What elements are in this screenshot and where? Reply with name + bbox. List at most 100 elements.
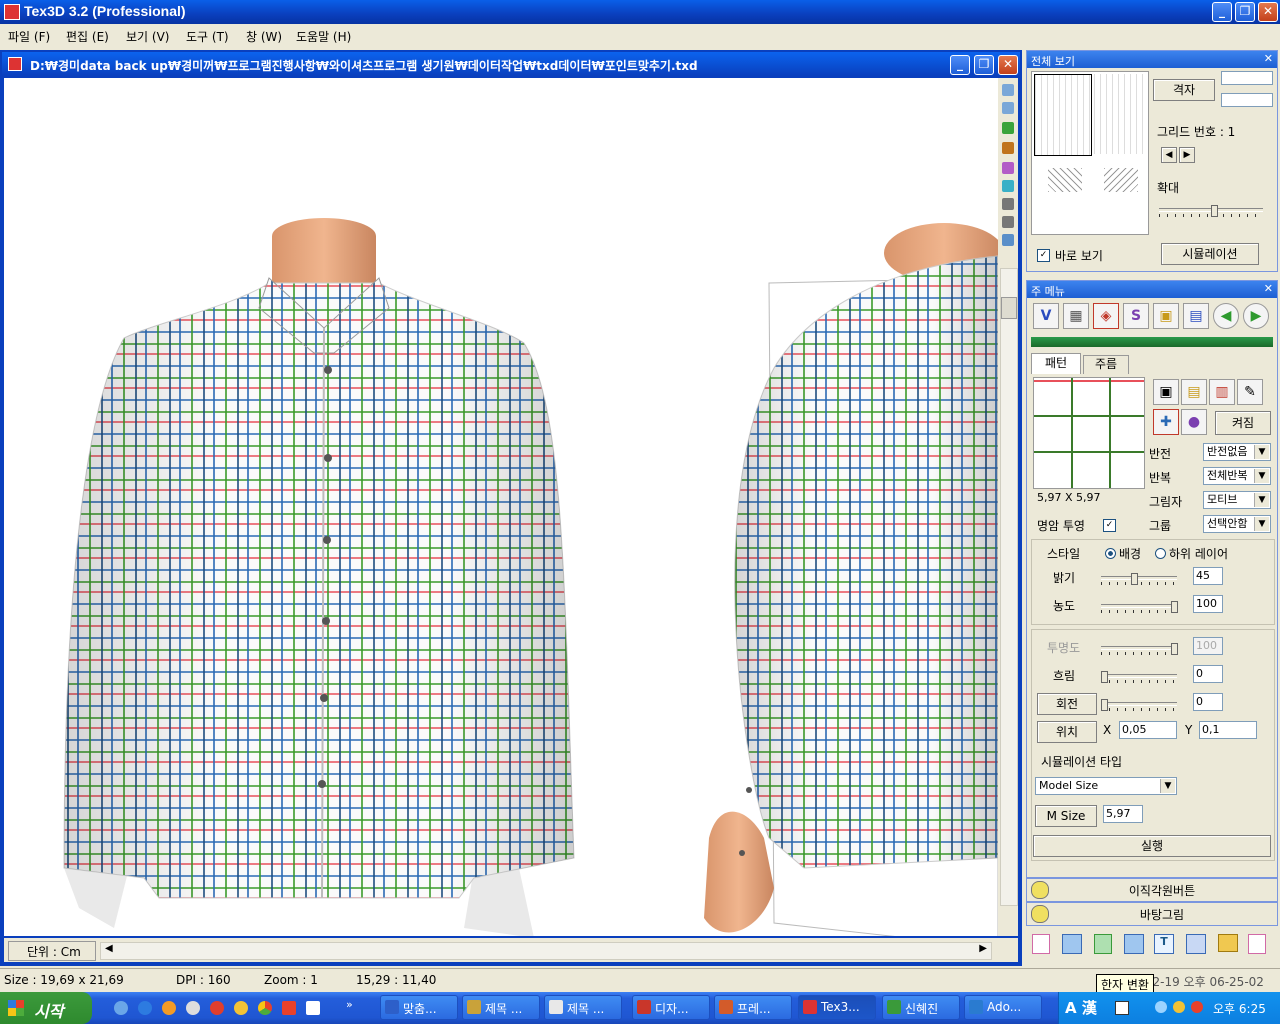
fit-height-icon[interactable] <box>1002 216 1014 228</box>
brightness-slider[interactable] <box>1101 573 1177 587</box>
overview-field-1[interactable] <box>1221 71 1273 85</box>
security-tray-icon[interactable] <box>1191 1001 1203 1013</box>
quicklaunch-app-icon[interactable] <box>186 1001 200 1015</box>
task-item-8[interactable]: Ado... <box>964 995 1042 1020</box>
task-item-6[interactable]: Tex3... <box>798 995 876 1020</box>
quicklaunch-ie-icon[interactable] <box>114 1001 128 1015</box>
unit-selector[interactable]: 단위 : Cm <box>8 941 96 961</box>
panel-background[interactable]: 바탕그림 <box>1026 902 1278 926</box>
doc-minimize-button[interactable]: _ <box>950 55 970 75</box>
quicklaunch-hangul-icon[interactable] <box>306 1001 320 1015</box>
dot-grid-icon[interactable] <box>1002 234 1014 246</box>
menu-edit[interactable]: 편집 (E) <box>66 28 109 45</box>
thumbnail-piece-2[interactable] <box>1104 168 1138 192</box>
color-bars-icon[interactable]: ▥ <box>1209 379 1235 405</box>
fit-width-icon[interactable] <box>1002 198 1014 210</box>
density-slider[interactable] <box>1101 601 1178 615</box>
fit-pattern-icon[interactable]: ▣ <box>1153 379 1179 405</box>
repeat-select[interactable]: 전체반복 ▼ <box>1203 467 1271 485</box>
grid-next-button[interactable]: ▶ <box>1179 147 1195 163</box>
y-field[interactable]: 0,1 <box>1199 721 1257 739</box>
zoom-slider[interactable] <box>1159 205 1263 219</box>
quicklaunch-chrome-icon[interactable] <box>258 1001 272 1015</box>
forward-icon[interactable]: ▶ <box>1243 303 1269 329</box>
simulation-button[interactable]: 시뮬레이션 <box>1161 243 1259 265</box>
ime-indicator[interactable]: A 漢 <box>1065 997 1097 1018</box>
menu-window[interactable]: 창 (W) <box>246 28 282 45</box>
task-item-3[interactable]: 제목 ... <box>544 995 622 1020</box>
stamp-icon[interactable] <box>1186 934 1206 954</box>
menu-view[interactable]: 보기 (V) <box>126 28 169 45</box>
color-icon[interactable] <box>1002 162 1014 174</box>
task-item-2[interactable]: 제목 ... <box>462 995 540 1020</box>
transparency-checkbox[interactable]: ✓ <box>1103 519 1116 532</box>
tab-wrinkle[interactable]: 주름 <box>1083 355 1129 374</box>
style-layer-radio[interactable] <box>1155 548 1166 559</box>
quicklaunch-media-icon[interactable] <box>210 1001 224 1015</box>
folder-tool-icon[interactable]: ▣ <box>1153 303 1179 329</box>
start-button[interactable]: 시작 <box>0 992 92 1024</box>
thumbnail-piece-1[interactable] <box>1048 168 1082 192</box>
run-button[interactable]: 실행 <box>1033 835 1271 857</box>
quicklaunch-office-icon[interactable] <box>282 1001 296 1015</box>
sim-type-select[interactable]: Model Size ▼ <box>1035 777 1177 795</box>
text-icon[interactable]: T <box>1154 934 1174 954</box>
minimize-button[interactable]: _ <box>1212 2 1232 22</box>
grid-tool-icon[interactable]: ▦ <box>1063 303 1089 329</box>
doc-maximize-button[interactable]: ❐ <box>974 55 994 75</box>
zoom-in-icon[interactable] <box>1002 84 1014 96</box>
quicklaunch-player-icon[interactable] <box>234 1001 248 1015</box>
maximize-button[interactable]: ❐ <box>1235 2 1255 22</box>
quicklaunch-browser-icon[interactable] <box>138 1001 152 1015</box>
vertical-scrollbar[interactable] <box>1000 268 1018 906</box>
task-item-7[interactable]: 신혜진 <box>882 995 960 1020</box>
network-tray-icon[interactable] <box>1155 1001 1167 1013</box>
move-pattern-icon[interactable]: ✚ <box>1153 409 1179 435</box>
live-view-checkbox[interactable]: ✓ <box>1037 249 1050 262</box>
texture-icon[interactable] <box>1002 180 1014 192</box>
horizontal-scrollbar[interactable]: ◀ ▶ <box>100 942 992 960</box>
position-button[interactable]: 위치 <box>1037 721 1097 743</box>
grid-button[interactable]: 격자 <box>1153 79 1215 101</box>
rotate-button[interactable]: 회전 <box>1037 693 1097 715</box>
color-balls-icon[interactable]: ● <box>1181 409 1207 435</box>
app-icon[interactable] <box>4 4 20 20</box>
link-icon[interactable] <box>1124 934 1144 954</box>
doc-close-button[interactable]: ✕ <box>998 55 1018 75</box>
task-item-4[interactable]: 디자... <box>632 995 710 1020</box>
new-doc-icon[interactable] <box>1032 934 1050 954</box>
blur-slider[interactable] <box>1101 671 1177 685</box>
opacity-field[interactable]: 100 <box>1193 637 1223 655</box>
thumbnail-back[interactable] <box>1094 74 1144 154</box>
panel-button-orthogonal[interactable]: 이직각원버튼 <box>1026 878 1278 902</box>
shadow-select[interactable]: 모티브 ▼ <box>1203 491 1271 509</box>
overview-close-icon[interactable]: ✕ <box>1264 52 1273 65</box>
open-pattern-icon[interactable]: ▤ <box>1181 379 1207 405</box>
scroll-right-icon[interactable]: ▶ <box>979 943 987 954</box>
opacity-slider[interactable] <box>1101 643 1178 657</box>
task-item-1[interactable]: 맞춤... <box>380 995 458 1020</box>
scroll-left-icon[interactable]: ◀ <box>105 943 113 954</box>
blur-field[interactable]: 0 <box>1193 665 1223 683</box>
doc-green-icon[interactable] <box>1094 934 1112 954</box>
menu-help[interactable]: 도움말 (H) <box>296 28 351 45</box>
menu-file[interactable]: 파일 (F) <box>8 28 50 45</box>
add-doc-icon[interactable] <box>1248 934 1266 954</box>
thumbnail-front[interactable] <box>1034 74 1092 156</box>
close-button[interactable]: ✕ <box>1258 2 1278 22</box>
grid-icon[interactable] <box>1002 122 1014 134</box>
eyedropper-icon[interactable]: ✎ <box>1237 379 1263 405</box>
rotate-field[interactable]: 0 <box>1193 693 1223 711</box>
copy-icon[interactable] <box>1062 934 1082 954</box>
task-item-5[interactable]: 프레... <box>714 995 792 1020</box>
brightness-field[interactable]: 45 <box>1193 567 1223 585</box>
back-icon[interactable]: ◀ <box>1213 303 1239 329</box>
messenger-tray-icon[interactable] <box>1173 1001 1185 1013</box>
flip-select[interactable]: 반전없음 ▼ <box>1203 443 1271 461</box>
shirt-canvas[interactable] <box>4 78 998 936</box>
main-menu-close-icon[interactable]: ✕ <box>1264 282 1273 295</box>
zoom-out-icon[interactable] <box>1002 102 1014 114</box>
group-select[interactable]: 선택안함 ▼ <box>1203 515 1271 533</box>
tab-pattern[interactable]: 패턴 <box>1031 353 1081 374</box>
vertical-scroll-thumb[interactable] <box>1001 297 1017 319</box>
